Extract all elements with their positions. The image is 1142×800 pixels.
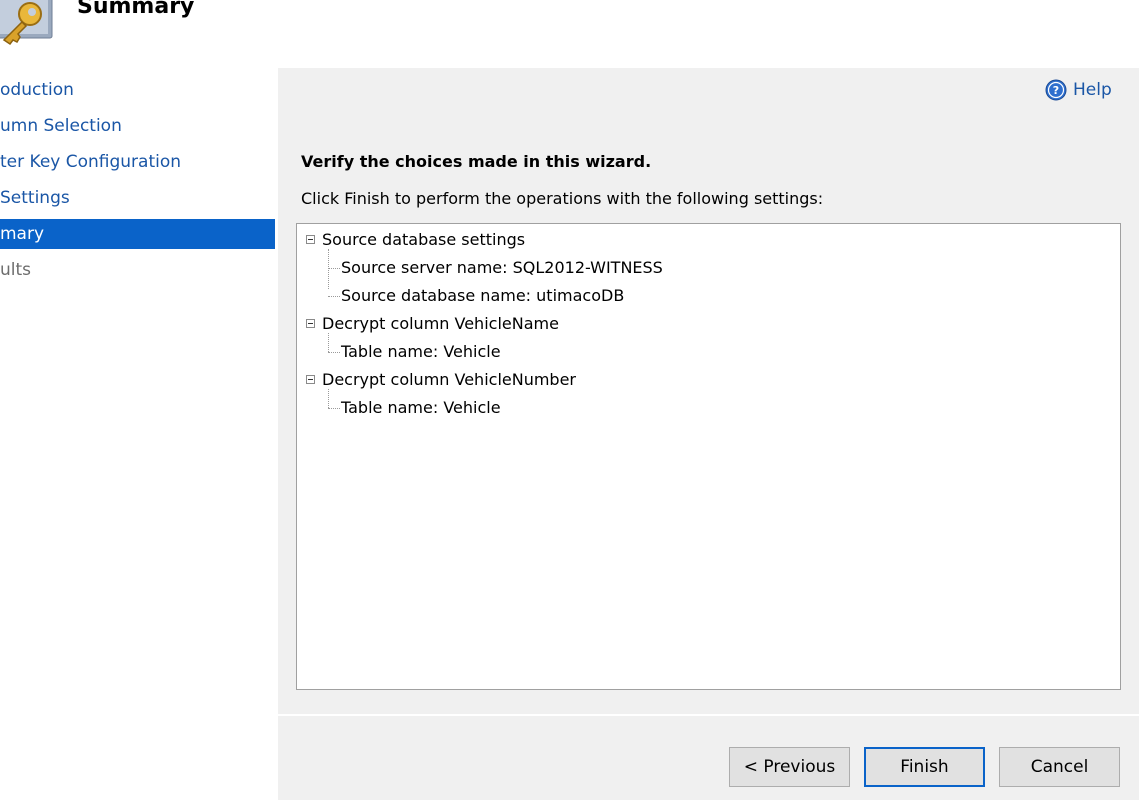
collapse-toggle-icon[interactable] <box>306 235 315 244</box>
svg-text:?: ? <box>1053 84 1059 97</box>
tree-connector <box>328 408 340 409</box>
summary-heading: Verify the choices made in this wizard. <box>301 152 652 171</box>
wizard-header: Summary <box>0 0 1142 68</box>
cancel-button[interactable]: Cancel <box>999 747 1120 787</box>
tree-connector <box>328 296 340 297</box>
tree-connector <box>328 333 329 352</box>
previous-button[interactable]: < Previous <box>729 747 850 787</box>
tree-connector <box>328 389 329 408</box>
button-bar-divider <box>278 714 1139 716</box>
page-title: Summary <box>77 0 195 19</box>
collapse-toggle-icon[interactable] <box>306 375 315 384</box>
nav-item-column-selection[interactable]: umn Selection <box>0 111 275 141</box>
nav-item-results: ults <box>0 260 32 280</box>
help-icon: ? <box>1045 79 1067 101</box>
tree-node-decrypt-vehiclenumber[interactable]: Decrypt column VehicleNumber <box>322 366 576 394</box>
help-label[interactable]: Help <box>1073 80 1112 100</box>
tree-connector <box>328 352 340 353</box>
collapse-toggle-icon[interactable] <box>306 319 315 328</box>
tree-node-table-name[interactable]: Table name: Vehicle <box>341 394 501 422</box>
tree-node-source-server-name[interactable]: Source server name: SQL2012-WITNESS <box>341 254 663 282</box>
tree-node-source-database-name[interactable]: Source database name: utimacoDB <box>341 282 624 310</box>
nav-item-run-settings[interactable]: Settings <box>0 183 275 213</box>
tree-node-source-database-settings[interactable]: Source database settings <box>322 226 525 254</box>
nav-item-summary[interactable]: mary <box>0 219 275 249</box>
tree-connector <box>328 268 340 269</box>
help-link[interactable]: ? Help <box>1045 78 1112 102</box>
summary-instruction: Click Finish to perform the operations w… <box>301 189 824 208</box>
wizard-navigation: oduction umn Selection ter Key Configura… <box>0 68 275 800</box>
tree-connector <box>328 249 329 289</box>
finish-button[interactable]: Finish <box>864 747 985 787</box>
nav-item-master-key-configuration[interactable]: ter Key Configuration <box>0 147 275 177</box>
summary-tree[interactable]: Source database settings Source server n… <box>296 223 1121 690</box>
tree-node-decrypt-vehiclename[interactable]: Decrypt column VehicleName <box>322 310 559 338</box>
nav-divider <box>275 68 278 800</box>
key-icon <box>0 0 53 46</box>
tree-node-table-name[interactable]: Table name: Vehicle <box>341 338 501 366</box>
nav-item-introduction[interactable]: oduction <box>0 75 275 105</box>
